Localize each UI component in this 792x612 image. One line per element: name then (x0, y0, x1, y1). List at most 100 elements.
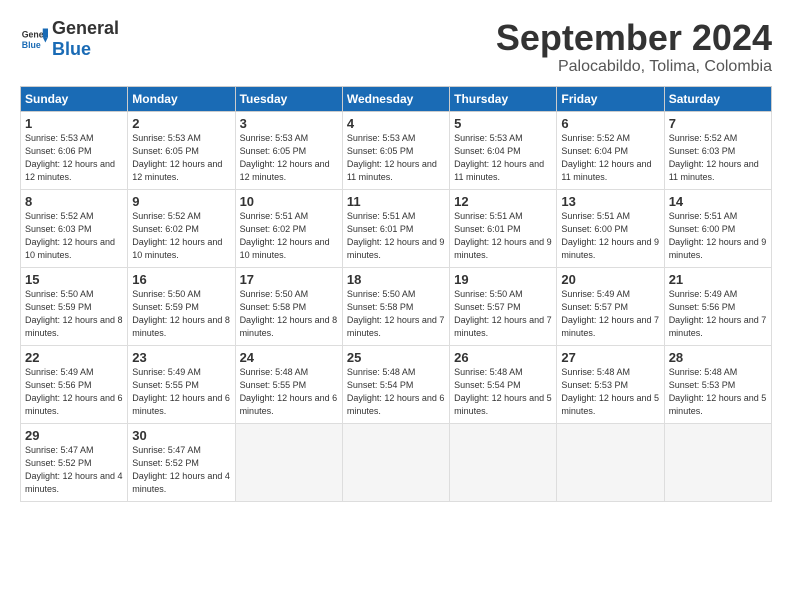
calendar-week-1: 1 Sunrise: 5:53 AMSunset: 6:06 PMDayligh… (21, 111, 772, 189)
cell-info: Sunrise: 5:49 AMSunset: 5:56 PMDaylight:… (25, 367, 123, 416)
col-saturday: Saturday (664, 86, 771, 111)
page: General Blue General Blue September 2024… (0, 0, 792, 612)
calendar-cell: 26 Sunrise: 5:48 AMSunset: 5:54 PMDaylig… (450, 345, 557, 423)
day-number: 8 (25, 194, 123, 209)
col-monday: Monday (128, 86, 235, 111)
cell-info: Sunrise: 5:52 AMSunset: 6:02 PMDaylight:… (132, 211, 222, 260)
calendar-cell (450, 423, 557, 501)
calendar-cell: 6 Sunrise: 5:52 AMSunset: 6:04 PMDayligh… (557, 111, 664, 189)
svg-text:Blue: Blue (22, 40, 41, 50)
day-number: 23 (132, 350, 230, 365)
day-number: 11 (347, 194, 445, 209)
cell-info: Sunrise: 5:51 AMSunset: 6:01 PMDaylight:… (454, 211, 552, 260)
cell-info: Sunrise: 5:52 AMSunset: 6:04 PMDaylight:… (561, 133, 651, 182)
day-number: 13 (561, 194, 659, 209)
calendar-cell: 16 Sunrise: 5:50 AMSunset: 5:59 PMDaylig… (128, 267, 235, 345)
cell-info: Sunrise: 5:51 AMSunset: 6:02 PMDaylight:… (240, 211, 330, 260)
subtitle: Palocabildo, Tolima, Colombia (496, 58, 772, 76)
cell-info: Sunrise: 5:52 AMSunset: 6:03 PMDaylight:… (25, 211, 115, 260)
day-number: 4 (347, 116, 445, 131)
day-number: 10 (240, 194, 338, 209)
calendar-cell: 29 Sunrise: 5:47 AMSunset: 5:52 PMDaylig… (21, 423, 128, 501)
day-number: 29 (25, 428, 123, 443)
calendar-cell: 4 Sunrise: 5:53 AMSunset: 6:05 PMDayligh… (342, 111, 449, 189)
calendar-cell: 12 Sunrise: 5:51 AMSunset: 6:01 PMDaylig… (450, 189, 557, 267)
cell-info: Sunrise: 5:48 AMSunset: 5:54 PMDaylight:… (347, 367, 445, 416)
calendar-week-4: 22 Sunrise: 5:49 AMSunset: 5:56 PMDaylig… (21, 345, 772, 423)
cell-info: Sunrise: 5:53 AMSunset: 6:05 PMDaylight:… (240, 133, 330, 182)
col-sunday: Sunday (21, 86, 128, 111)
day-number: 6 (561, 116, 659, 131)
cell-info: Sunrise: 5:51 AMSunset: 6:01 PMDaylight:… (347, 211, 445, 260)
calendar-cell: 8 Sunrise: 5:52 AMSunset: 6:03 PMDayligh… (21, 189, 128, 267)
cell-info: Sunrise: 5:48 AMSunset: 5:54 PMDaylight:… (454, 367, 552, 416)
calendar-week-3: 15 Sunrise: 5:50 AMSunset: 5:59 PMDaylig… (21, 267, 772, 345)
day-number: 24 (240, 350, 338, 365)
cell-info: Sunrise: 5:49 AMSunset: 5:56 PMDaylight:… (669, 289, 767, 338)
col-thursday: Thursday (450, 86, 557, 111)
day-number: 19 (454, 272, 552, 287)
cell-info: Sunrise: 5:47 AMSunset: 5:52 PMDaylight:… (25, 445, 123, 494)
calendar-cell: 1 Sunrise: 5:53 AMSunset: 6:06 PMDayligh… (21, 111, 128, 189)
day-number: 22 (25, 350, 123, 365)
cell-info: Sunrise: 5:50 AMSunset: 5:57 PMDaylight:… (454, 289, 552, 338)
day-number: 16 (132, 272, 230, 287)
day-number: 20 (561, 272, 659, 287)
calendar-cell (235, 423, 342, 501)
col-tuesday: Tuesday (235, 86, 342, 111)
day-number: 18 (347, 272, 445, 287)
day-number: 28 (669, 350, 767, 365)
calendar-table: Sunday Monday Tuesday Wednesday Thursday… (20, 86, 772, 502)
cell-info: Sunrise: 5:50 AMSunset: 5:58 PMDaylight:… (240, 289, 338, 338)
cell-info: Sunrise: 5:50 AMSunset: 5:59 PMDaylight:… (132, 289, 230, 338)
calendar-cell: 5 Sunrise: 5:53 AMSunset: 6:04 PMDayligh… (450, 111, 557, 189)
calendar-cell: 11 Sunrise: 5:51 AMSunset: 6:01 PMDaylig… (342, 189, 449, 267)
col-wednesday: Wednesday (342, 86, 449, 111)
day-number: 14 (669, 194, 767, 209)
header-row: Sunday Monday Tuesday Wednesday Thursday… (21, 86, 772, 111)
day-number: 5 (454, 116, 552, 131)
cell-info: Sunrise: 5:51 AMSunset: 6:00 PMDaylight:… (561, 211, 659, 260)
calendar-cell: 17 Sunrise: 5:50 AMSunset: 5:58 PMDaylig… (235, 267, 342, 345)
calendar-cell: 7 Sunrise: 5:52 AMSunset: 6:03 PMDayligh… (664, 111, 771, 189)
day-number: 27 (561, 350, 659, 365)
calendar-cell (557, 423, 664, 501)
cell-info: Sunrise: 5:50 AMSunset: 5:58 PMDaylight:… (347, 289, 445, 338)
calendar-cell: 27 Sunrise: 5:48 AMSunset: 5:53 PMDaylig… (557, 345, 664, 423)
calendar-cell: 10 Sunrise: 5:51 AMSunset: 6:02 PMDaylig… (235, 189, 342, 267)
calendar-week-2: 8 Sunrise: 5:52 AMSunset: 6:03 PMDayligh… (21, 189, 772, 267)
calendar-cell: 9 Sunrise: 5:52 AMSunset: 6:02 PMDayligh… (128, 189, 235, 267)
logo-blue: Blue (52, 39, 91, 59)
calendar-cell (664, 423, 771, 501)
header: General Blue General Blue September 2024… (20, 18, 772, 76)
calendar-cell: 3 Sunrise: 5:53 AMSunset: 6:05 PMDayligh… (235, 111, 342, 189)
calendar-cell: 19 Sunrise: 5:50 AMSunset: 5:57 PMDaylig… (450, 267, 557, 345)
day-number: 1 (25, 116, 123, 131)
calendar-cell: 28 Sunrise: 5:48 AMSunset: 5:53 PMDaylig… (664, 345, 771, 423)
calendar-cell: 18 Sunrise: 5:50 AMSunset: 5:58 PMDaylig… (342, 267, 449, 345)
cell-info: Sunrise: 5:47 AMSunset: 5:52 PMDaylight:… (132, 445, 230, 494)
day-number: 17 (240, 272, 338, 287)
cell-info: Sunrise: 5:53 AMSunset: 6:04 PMDaylight:… (454, 133, 544, 182)
calendar-week-5: 29 Sunrise: 5:47 AMSunset: 5:52 PMDaylig… (21, 423, 772, 501)
day-number: 12 (454, 194, 552, 209)
cell-info: Sunrise: 5:49 AMSunset: 5:55 PMDaylight:… (132, 367, 230, 416)
cell-info: Sunrise: 5:48 AMSunset: 5:55 PMDaylight:… (240, 367, 338, 416)
cell-info: Sunrise: 5:53 AMSunset: 6:06 PMDaylight:… (25, 133, 115, 182)
logo: General Blue General Blue (20, 18, 119, 60)
calendar-cell: 24 Sunrise: 5:48 AMSunset: 5:55 PMDaylig… (235, 345, 342, 423)
day-number: 3 (240, 116, 338, 131)
calendar-cell: 21 Sunrise: 5:49 AMSunset: 5:56 PMDaylig… (664, 267, 771, 345)
cell-info: Sunrise: 5:53 AMSunset: 6:05 PMDaylight:… (132, 133, 222, 182)
day-number: 2 (132, 116, 230, 131)
day-number: 15 (25, 272, 123, 287)
day-number: 26 (454, 350, 552, 365)
day-number: 30 (132, 428, 230, 443)
calendar-cell: 30 Sunrise: 5:47 AMSunset: 5:52 PMDaylig… (128, 423, 235, 501)
col-friday: Friday (557, 86, 664, 111)
calendar-cell: 2 Sunrise: 5:53 AMSunset: 6:05 PMDayligh… (128, 111, 235, 189)
day-number: 7 (669, 116, 767, 131)
calendar-cell: 13 Sunrise: 5:51 AMSunset: 6:00 PMDaylig… (557, 189, 664, 267)
calendar-cell: 15 Sunrise: 5:50 AMSunset: 5:59 PMDaylig… (21, 267, 128, 345)
cell-info: Sunrise: 5:53 AMSunset: 6:05 PMDaylight:… (347, 133, 437, 182)
